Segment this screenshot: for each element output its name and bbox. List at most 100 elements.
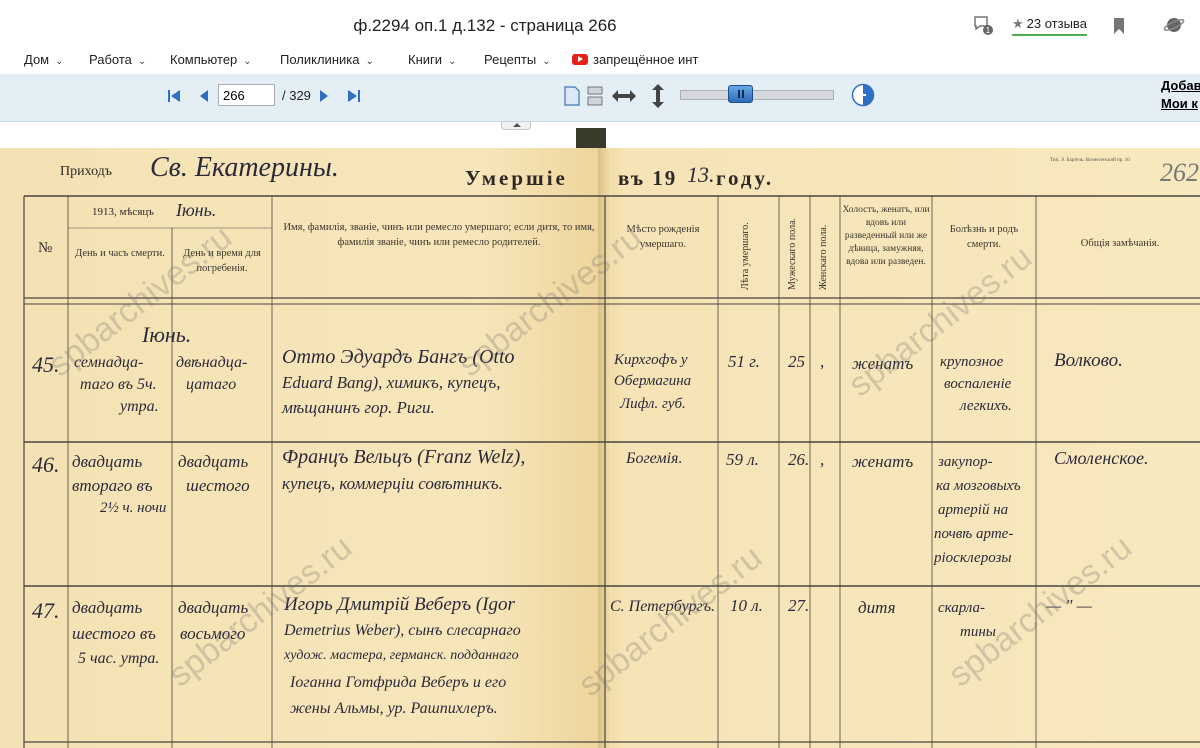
parish-label: Приходъ	[60, 164, 113, 179]
disease-line: почвѣ арте-	[934, 526, 1014, 542]
my-link[interactable]: Мои к	[1161, 95, 1200, 113]
bookmark-folder-clinic[interactable]: Поликлиника ⌄	[280, 52, 374, 67]
rotate-icon[interactable]	[851, 83, 875, 107]
month-handwritten: Iюнь.	[176, 200, 217, 220]
first-page-icon[interactable]	[166, 88, 182, 104]
chevron-down-icon: ⌄	[365, 56, 374, 67]
disease-line: ка мозговыхъ	[936, 478, 1021, 494]
bookmark-youtube[interactable]: запрещённое инт	[572, 52, 698, 67]
disease-line: скарла-	[938, 600, 985, 616]
planet-icon[interactable]	[1163, 14, 1185, 36]
row-number: 46.	[32, 452, 60, 477]
chevron-down-icon: ⌄	[542, 56, 551, 67]
death-line: 2½ ч. ночи	[100, 500, 167, 516]
notes-value: Смоленское.	[1054, 448, 1149, 468]
male-count: 27.	[788, 596, 810, 615]
disease-line: закупор-	[938, 454, 993, 470]
fit-width-icon[interactable]	[611, 88, 637, 104]
page-total: / 329	[282, 88, 311, 103]
marital-status: дитя	[858, 598, 896, 617]
burial-line: цатаго	[186, 376, 237, 393]
female-count: ,	[820, 352, 825, 371]
bookmark-icon[interactable]	[1112, 17, 1126, 35]
disease-line: крупозное	[940, 354, 1004, 370]
bookmark-label: Дом	[24, 52, 50, 67]
chevron-down-icon: ⌄	[137, 56, 147, 67]
star-icon: ★	[1012, 16, 1024, 31]
age-value: 59 л.	[726, 450, 759, 469]
column-male: Мужескаго пола.	[787, 217, 798, 290]
table-month-marker: Iюнь.	[142, 322, 192, 347]
row-number: 47.	[32, 598, 60, 623]
column-age: Лѣта умершаго.	[740, 222, 751, 290]
heading-deceased: Умершiе	[465, 166, 568, 190]
prev-page-icon[interactable]	[196, 88, 212, 104]
marital-status: женатъ	[852, 452, 914, 471]
side-links: Добав Мои к	[1161, 77, 1200, 113]
page-number-input[interactable]	[218, 84, 275, 106]
zoom-slider-track[interactable]	[680, 90, 834, 100]
spread-view-icon[interactable]	[587, 86, 603, 106]
burial-line: шестого	[186, 476, 250, 495]
chevron-down-icon: ⌄	[448, 56, 457, 67]
bookmark-label: Компьютер	[170, 52, 238, 67]
bookmark-label: Работа	[89, 52, 132, 67]
age-value: 51 г.	[728, 352, 760, 371]
bookmark-folder-work[interactable]: Работа ⌄	[89, 52, 146, 67]
age-value: 10 л.	[730, 596, 763, 615]
death-line: 5 час. утра.	[78, 650, 160, 667]
name-line: Demetrius Weber), сынъ слесарнаго	[284, 622, 521, 639]
name-line: купецъ, коммерціи совѣтникъ.	[282, 474, 503, 493]
column-name: Имя, фамилія, званіе, чинъ или ремесло у…	[283, 222, 595, 248]
death-line: шестого въ	[72, 624, 156, 643]
disease-line: артерій на	[938, 502, 1009, 518]
bookmark-folder-books[interactable]: Книги ⌄	[408, 52, 456, 67]
column-death-date: День и часъ смерти.	[75, 248, 165, 259]
window-title: ф.2294 оп.1 д.132 - страница 266	[353, 16, 617, 35]
next-page-icon[interactable]	[316, 88, 332, 104]
birthplace-line: Богемія.	[626, 450, 683, 467]
heading-year-prefix: въ 19	[618, 166, 678, 190]
svg-text:1: 1	[986, 26, 991, 35]
fit-height-icon[interactable]	[650, 83, 666, 109]
document-scan[interactable]: Приходъ Св. Екатерины. Умершiе въ 19 13.…	[0, 122, 1200, 748]
year-handwritten: 13.	[687, 162, 715, 187]
birthplace-line: Обермагина	[614, 373, 692, 389]
name-line: жены Альмы, ур. Рашпихлеръ.	[290, 700, 498, 717]
reviews-link[interactable]: ★ 23 отзыва	[1012, 16, 1087, 36]
birthplace-line: Кирхгофъ у	[614, 352, 688, 368]
death-line: двадцать	[72, 598, 143, 617]
month-line: 1913, мѣсяцъ	[92, 206, 154, 218]
notes-value: Волково.	[1054, 350, 1123, 371]
death-line: двадцать	[72, 452, 143, 471]
bookmark-folder-computer[interactable]: Компьютер ⌄	[170, 52, 252, 67]
bookmark-folder-home[interactable]: Дом ⌄	[24, 52, 64, 67]
name-line: Францъ Вельцъ (Franz Welz),	[282, 446, 526, 468]
heading-year-suffix: году.	[716, 166, 775, 190]
collapse-toolbar-handle[interactable]	[501, 122, 531, 130]
death-line: таго въ 5ч.	[80, 376, 157, 393]
name-line: Игорь Дмитрій Веберъ (Igor	[284, 594, 515, 615]
youtube-icon	[572, 54, 588, 65]
bookmark-label: Рецепты	[484, 52, 537, 67]
printer-note: Тип. Э. Бартель. Вознесенский пр. 10	[1050, 158, 1130, 163]
window-titlebar: ф.2294 оп.1 д.132 - страница 266 1 ★ 23 о…	[0, 0, 1200, 48]
male-count: 25	[788, 352, 805, 371]
burial-line: двѣнадца-	[176, 354, 248, 371]
name-line: мѣщанинъ гор. Риги.	[282, 398, 435, 417]
bookmarks-bar: Дом ⌄ Работа ⌄ Компьютер ⌄ Поликлиника ⌄ Кни…	[0, 48, 1200, 74]
last-page-icon[interactable]	[346, 88, 362, 104]
death-line: втораго въ	[72, 476, 153, 495]
add-link[interactable]: Добав	[1161, 77, 1200, 95]
single-page-icon[interactable]	[564, 86, 580, 106]
zoom-slider-handle[interactable]	[727, 85, 753, 103]
bookmark-folder-recipes[interactable]: Рецепты ⌄	[484, 52, 551, 67]
disease-line: ріосклерозы	[934, 550, 1012, 566]
bookmark-label: Поликлиника	[280, 52, 360, 67]
column-number: №	[38, 240, 53, 256]
disease-line: легкихъ.	[960, 398, 1012, 414]
bookmark-label: Книги	[408, 52, 443, 67]
column-notes: Общія замѣчанія.	[1080, 238, 1160, 249]
comment-bubble-icon[interactable]: 1	[972, 14, 994, 36]
page-number-stamp: 262	[1160, 158, 1199, 187]
